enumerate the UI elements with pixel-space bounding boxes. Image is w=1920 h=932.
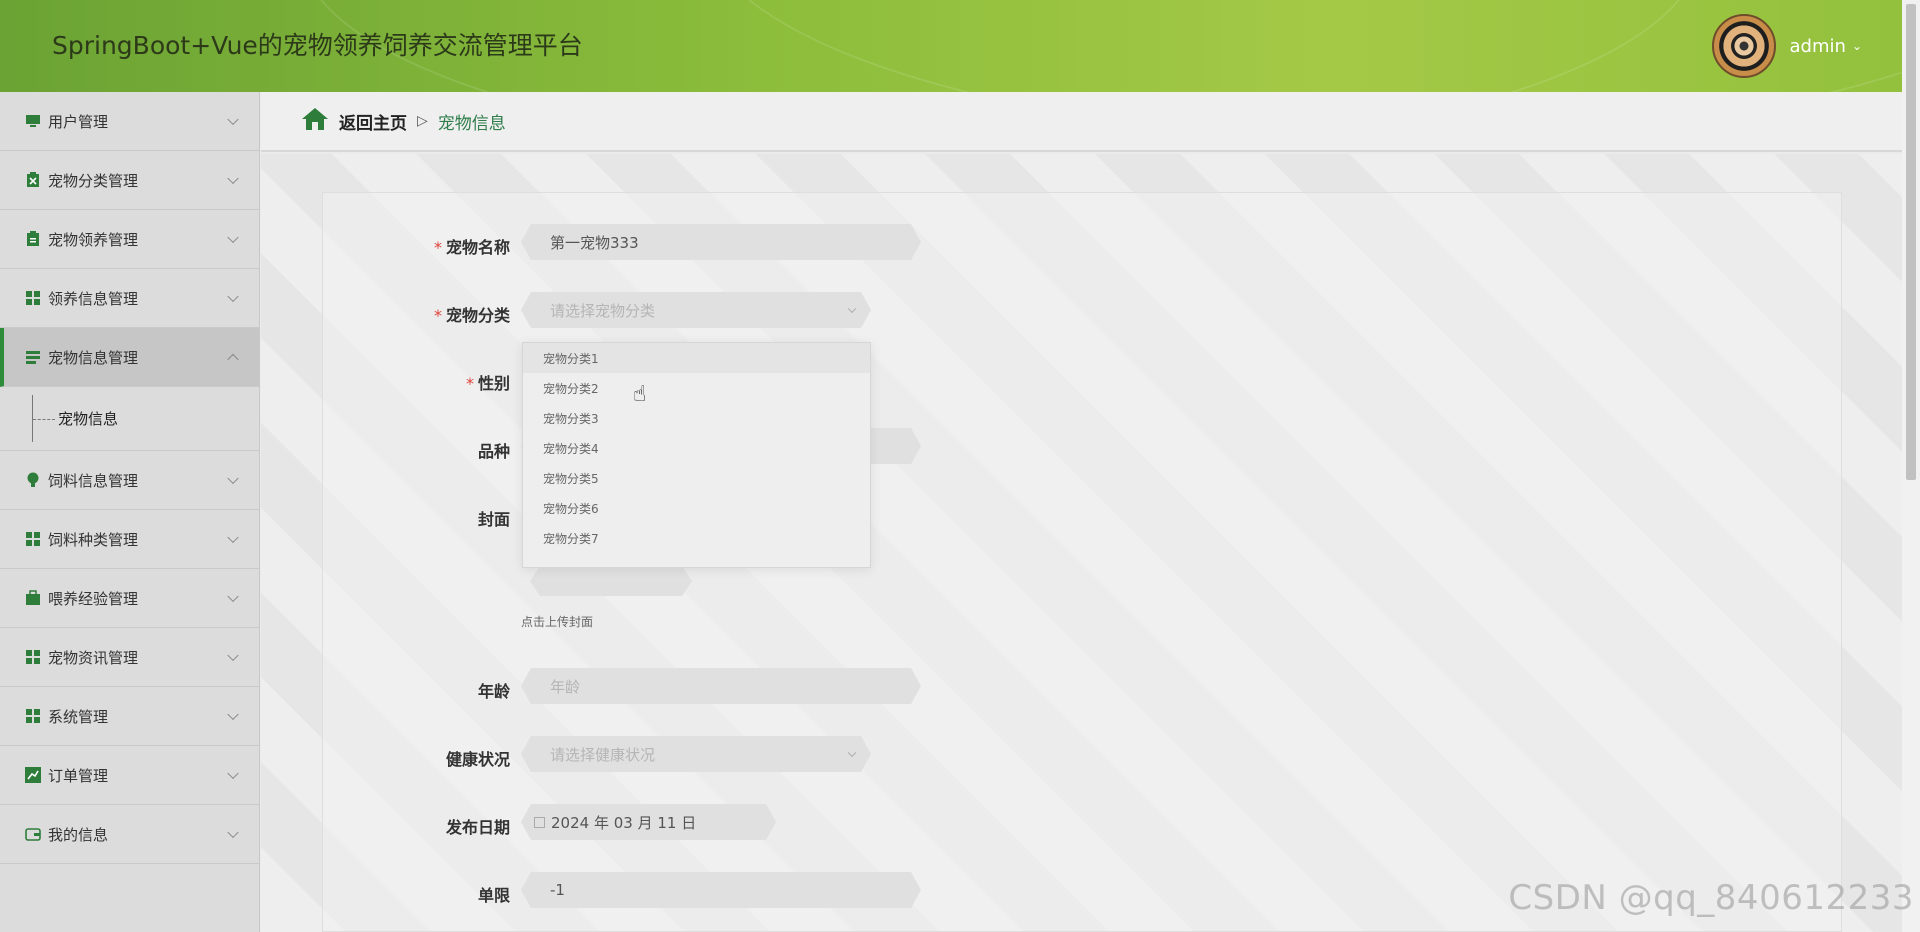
sidebar-item-label: 宠物信息管理 xyxy=(48,348,139,367)
user-menu[interactable]: admin ⌄ xyxy=(1711,12,1862,80)
health-select[interactable]: 请选择健康状况 xyxy=(521,736,871,772)
grid-icon xyxy=(24,648,42,666)
sidebar-item-feed-type[interactable]: 饲料种类管理 xyxy=(0,510,259,569)
chevron-down-icon xyxy=(848,749,856,757)
required-mark: * xyxy=(433,306,442,325)
dropdown-option[interactable]: 宠物分类1 xyxy=(523,343,870,373)
publish-date-label: 发布日期 xyxy=(445,818,510,837)
pet-category-select[interactable]: 请选择宠物分类 xyxy=(521,292,871,328)
sidebar-item-user-management[interactable]: 用户管理 xyxy=(0,92,259,151)
monitor-icon xyxy=(24,112,42,130)
age-input[interactable]: 年龄 xyxy=(521,668,921,704)
page-scrollbar[interactable] xyxy=(1902,0,1920,932)
sidebar-subitem-label: 宠物信息 xyxy=(58,410,119,428)
app-title: SpringBoot+Vue的宠物领养饲养交流管理平台 xyxy=(52,31,583,60)
dropdown-option[interactable]: 宠物分类7 xyxy=(523,523,870,553)
chevron-down-icon[interactable]: ⌄ xyxy=(1852,39,1862,53)
chevron-down-icon xyxy=(227,590,239,603)
sidebar: 用户管理 宠物分类管理 宠物领养管理 领养信息管理 宠物信息管理 宠物信息 饲料… xyxy=(0,92,260,932)
bulb-icon xyxy=(24,471,42,489)
sidebar-item-pet-adoption[interactable]: 宠物领养管理 xyxy=(0,210,259,269)
dropdown-option[interactable]: 宠物分类3 xyxy=(523,403,870,433)
chevron-down-icon xyxy=(227,290,239,303)
pet-category-label: * 宠物分类 xyxy=(433,306,510,325)
username[interactable]: admin xyxy=(1790,36,1846,57)
dropdown-option[interactable]: 宠物分类6 xyxy=(523,493,870,523)
sidebar-item-label: 宠物领养管理 xyxy=(48,230,139,249)
sidebar-item-label: 饲料种类管理 xyxy=(48,530,139,549)
chevron-down-icon xyxy=(227,172,239,185)
breadcrumb-home-link[interactable]: 返回主页 xyxy=(339,109,407,134)
sidebar-item-pet-info[interactable]: 宠物信息管理 xyxy=(0,328,259,387)
chevron-up-icon xyxy=(227,353,239,366)
sidebar-item-label: 饲料信息管理 xyxy=(48,471,139,490)
cover-label: 封面 xyxy=(477,510,510,529)
chevron-down-icon xyxy=(227,231,239,244)
sidebar-item-label: 订单管理 xyxy=(48,766,109,785)
dropdown-option[interactable]: 宠物分类5 xyxy=(523,463,870,493)
clipboard-icon xyxy=(24,230,42,248)
breadcrumb: 返回主页 ▷ 宠物信息 xyxy=(261,92,1902,152)
sidebar-item-feeding-experience[interactable]: 喂养经验管理 xyxy=(0,569,259,628)
limit-input[interactable]: -1 xyxy=(521,872,921,908)
calendar-icon xyxy=(534,817,545,828)
briefcase-icon xyxy=(24,589,42,607)
dropdown-option[interactable]: 宠物分类2 xyxy=(523,373,870,403)
top-header: SpringBoot+Vue的宠物领养饲养交流管理平台 admin ⌄ xyxy=(0,0,1902,92)
chevron-down-icon xyxy=(227,826,239,839)
clipboard-x-icon xyxy=(24,171,42,189)
sidebar-item-label: 系统管理 xyxy=(48,707,109,726)
chevron-down-icon xyxy=(227,531,239,544)
hand-cursor-icon: ☝ xyxy=(633,382,647,407)
grid-icon xyxy=(24,707,42,725)
breadcrumb-separator: ▷ xyxy=(417,113,428,129)
chevron-down-icon xyxy=(227,472,239,485)
category-dropdown: 宠物分类1 宠物分类2 宠物分类3 宠物分类4 宠物分类5 宠物分类6 宠物分类… xyxy=(522,342,871,568)
avatar[interactable] xyxy=(1711,14,1776,78)
sidebar-item-label: 宠物资讯管理 xyxy=(48,648,139,667)
sidebar-item-label: 领养信息管理 xyxy=(48,289,139,308)
sidebar-subitem-pet-info[interactable]: 宠物信息 xyxy=(0,387,259,451)
pet-name-label: * 宠物名称 xyxy=(433,238,510,257)
sidebar-item-pet-category[interactable]: 宠物分类管理 xyxy=(0,151,259,210)
chevron-down-icon xyxy=(227,113,239,126)
sidebar-item-system[interactable]: 系统管理 xyxy=(0,687,259,746)
breadcrumb-current: 宠物信息 xyxy=(437,113,506,134)
chevron-down-icon xyxy=(227,649,239,662)
watermark: CSDN @qq_840612233 xyxy=(1508,878,1914,918)
dropdown-option[interactable]: 宠物分类4 xyxy=(523,433,870,463)
required-mark: * xyxy=(465,374,474,393)
chevron-down-icon xyxy=(848,305,856,313)
cover-upload-button[interactable] xyxy=(530,566,692,596)
sidebar-item-my-info[interactable]: 我的信息 xyxy=(0,805,259,864)
required-mark: * xyxy=(433,238,442,257)
sidebar-item-adoption-info[interactable]: 领养信息管理 xyxy=(0,269,259,328)
breed-label: 品种 xyxy=(477,442,510,461)
sidebar-item-feed-info[interactable]: 饲料信息管理 xyxy=(0,451,259,510)
gender-label: * 性别 xyxy=(465,374,510,393)
age-label: 年龄 xyxy=(477,682,510,701)
chart-icon xyxy=(24,766,42,784)
sidebar-item-pet-news[interactable]: 宠物资讯管理 xyxy=(0,628,259,687)
sidebar-item-label: 喂养经验管理 xyxy=(48,589,139,608)
upload-hint: 点击上传封面 xyxy=(521,615,594,629)
limit-label: 单限 xyxy=(477,886,510,905)
wallet-icon xyxy=(24,825,42,843)
sidebar-item-label: 用户管理 xyxy=(48,112,109,131)
sidebar-item-label: 我的信息 xyxy=(48,825,109,844)
scrollbar-thumb[interactable] xyxy=(1906,4,1916,480)
grid-icon xyxy=(24,289,42,307)
sidebar-item-label: 宠物分类管理 xyxy=(48,171,139,190)
pet-name-input[interactable]: 第一宠物333 xyxy=(521,224,921,260)
sidebar-item-orders[interactable]: 订单管理 xyxy=(0,746,259,805)
health-label: 健康状况 xyxy=(445,750,510,769)
home-icon[interactable] xyxy=(301,107,329,136)
chevron-down-icon xyxy=(227,708,239,721)
grid-icon xyxy=(24,530,42,548)
chevron-down-icon xyxy=(227,767,239,780)
list-icon xyxy=(24,348,42,366)
publish-date-picker[interactable]: 2024 年 03 月 11 日 xyxy=(521,804,776,840)
